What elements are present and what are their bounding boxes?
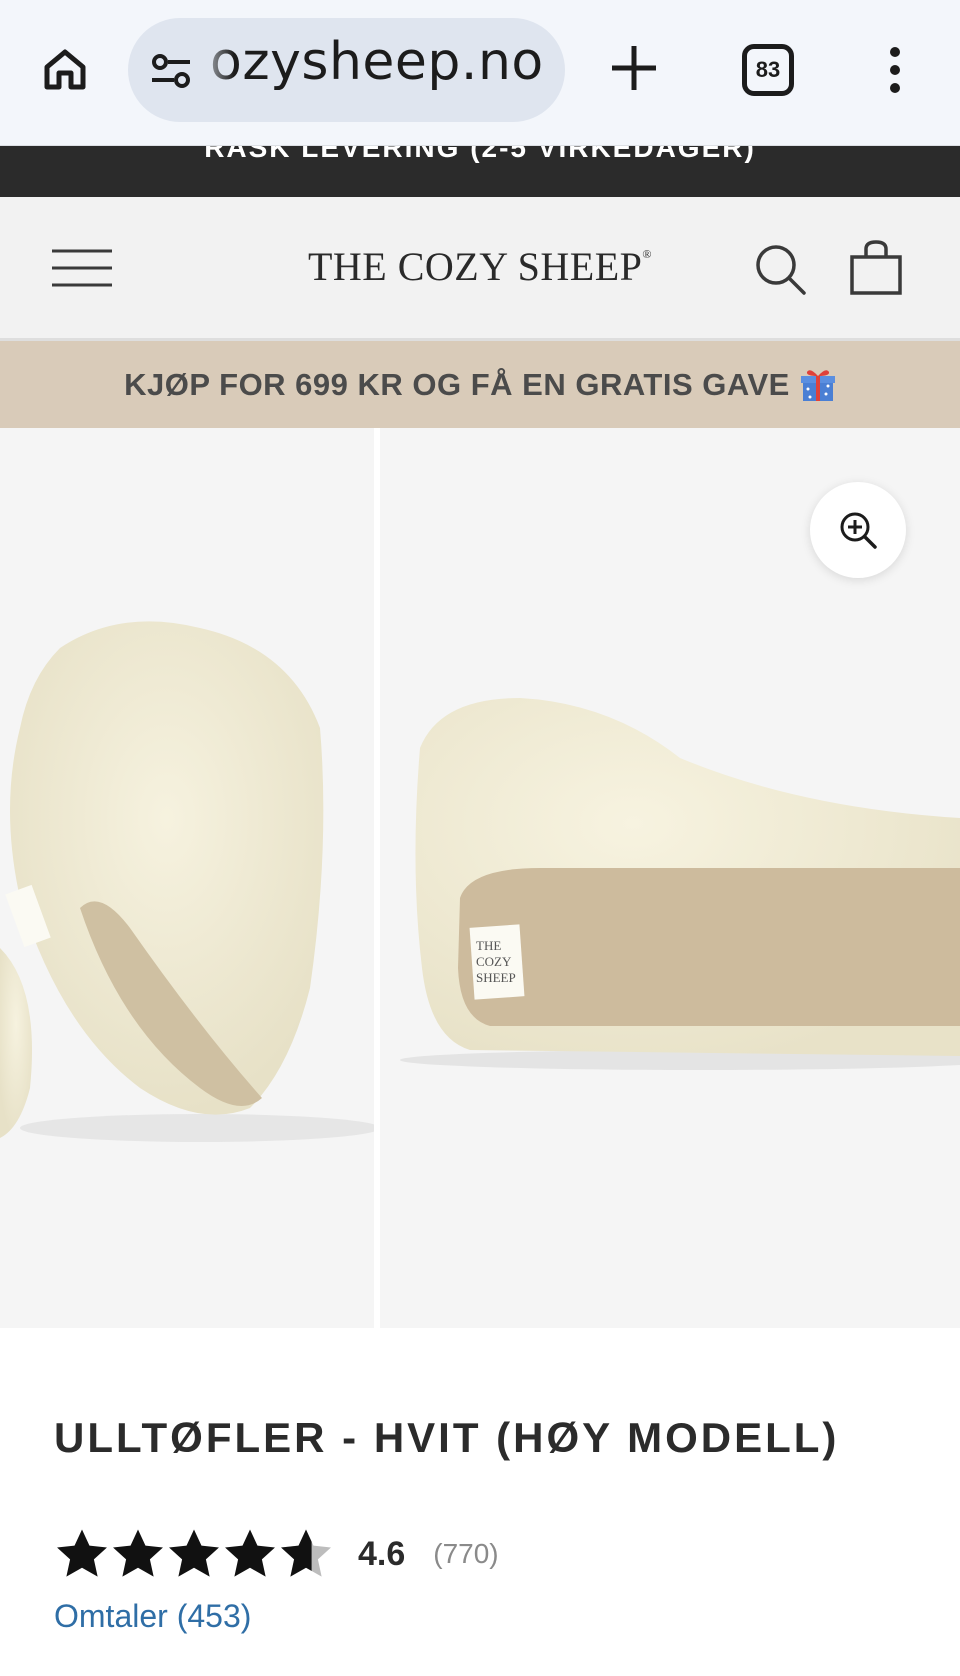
browser-toolbar: ozysheep.no 83 bbox=[0, 0, 960, 146]
search-icon[interactable] bbox=[752, 241, 808, 297]
gift-icon bbox=[800, 369, 835, 401]
zoom-in-icon bbox=[840, 512, 877, 549]
rating-stars bbox=[54, 1526, 334, 1582]
logo-registered-mark: ® bbox=[642, 247, 653, 261]
rating-summary[interactable]: 4.6 (770) bbox=[54, 1524, 499, 1584]
star-full-icon bbox=[225, 1529, 275, 1577]
product-image-1[interactable] bbox=[0, 428, 374, 1328]
zoom-button[interactable] bbox=[810, 482, 906, 578]
tab-switcher-button[interactable]: 83 bbox=[742, 44, 794, 96]
site-settings-icon[interactable] bbox=[148, 48, 194, 94]
url-text: ozysheep.no bbox=[210, 32, 544, 92]
shopping-bag-icon[interactable] bbox=[848, 239, 904, 295]
product-gallery[interactable]: THE COZY SHEEP bbox=[0, 428, 960, 1328]
rating-count: (770) bbox=[433, 1538, 499, 1569]
star-full-icon bbox=[169, 1529, 219, 1577]
label-line-1: THE bbox=[476, 938, 501, 953]
star-partial-icon bbox=[281, 1529, 331, 1577]
announcement-text: RASK LEVERING (2-5 VIRKEDAGER) bbox=[204, 146, 756, 163]
site-logo[interactable]: THE COZY SHEEP® bbox=[200, 243, 760, 290]
promo-text: KJØP FOR 699 KR OG FÅ EN GRATIS GAVE bbox=[124, 366, 790, 402]
site-header: THE COZY SHEEP® bbox=[0, 197, 960, 341]
logo-text: THE COZY SHEEP bbox=[307, 244, 643, 289]
star-full-icon bbox=[57, 1529, 107, 1577]
announcement-bar: RASK LEVERING (2-5 VIRKEDAGER) bbox=[0, 146, 960, 197]
label-line-3: SHEEP bbox=[476, 970, 516, 985]
rating-value: 4.6 bbox=[358, 1534, 406, 1573]
more-vert-icon[interactable] bbox=[880, 44, 910, 96]
promo-banner[interactable]: KJØP FOR 699 KR OG FÅ EN GRATIS GAVE bbox=[0, 341, 960, 428]
product-title: ULLTØFLER - HVIT (HØY MODELL) bbox=[54, 1414, 840, 1461]
address-bar[interactable]: ozysheep.no bbox=[128, 18, 565, 122]
hamburger-menu-icon[interactable] bbox=[52, 247, 112, 289]
star-full-icon bbox=[113, 1529, 163, 1577]
plus-icon[interactable] bbox=[606, 40, 662, 96]
label-line-2: COZY bbox=[476, 954, 512, 969]
url-fade bbox=[194, 18, 234, 122]
home-icon[interactable] bbox=[34, 38, 96, 100]
slipper-side-illustration bbox=[0, 621, 374, 1142]
tab-count: 83 bbox=[755, 57, 781, 82]
reviews-link[interactable]: Omtaler (453) bbox=[54, 1598, 251, 1635]
